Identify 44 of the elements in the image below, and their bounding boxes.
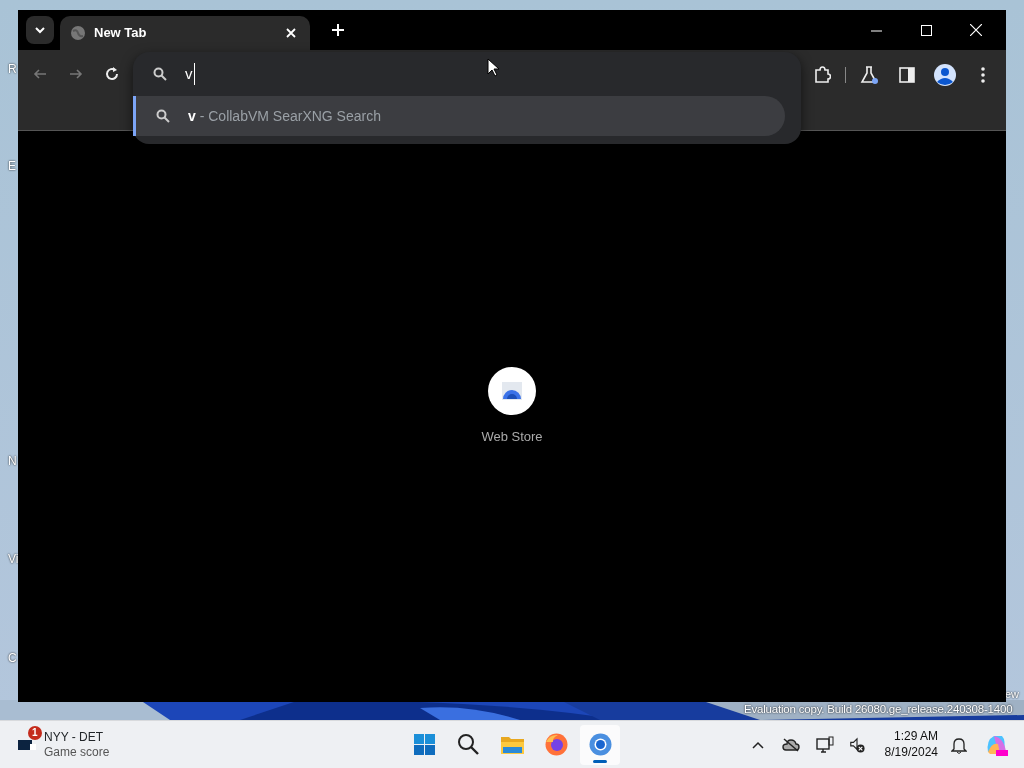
web-store-icon — [488, 366, 536, 415]
widget-subtitle: Game score — [44, 744, 110, 760]
fox-globe-icon — [543, 732, 569, 757]
search-icon — [455, 732, 481, 757]
close-icon — [970, 24, 982, 36]
chevron-down-icon — [34, 24, 46, 36]
maximize-icon — [920, 24, 932, 36]
cloud-off-icon — [781, 737, 800, 752]
bell-icon — [951, 735, 967, 754]
team-logo-icon — [18, 739, 36, 750]
flask-icon — [860, 66, 878, 84]
plus-icon — [332, 24, 344, 36]
desktop-text: ew — [1005, 687, 1020, 702]
widget-title: NYY - DET — [44, 729, 105, 745]
browser-icon — [587, 732, 613, 757]
mouse-pointer-icon — [487, 58, 499, 77]
notification-badge: 1 — [28, 725, 42, 740]
speaker-muted-icon — [848, 735, 865, 754]
chevron-up-icon — [751, 740, 764, 749]
address-field[interactable]: v — [133, 52, 801, 96]
shortcut-label: Web Store — [481, 427, 543, 446]
reload-icon — [105, 67, 119, 81]
suggestion-item[interactable]: v - CollabVM SearXNG Search — [133, 96, 785, 136]
shortcut-tile[interactable]: Web Store — [481, 366, 543, 447]
clock[interactable]: 1:29 AM 8/19/2024 — [884, 728, 938, 761]
globe-icon — [70, 25, 86, 41]
start-icon — [411, 732, 437, 757]
browser-tab[interactable]: New Tab — [60, 16, 310, 50]
icon-label: R — [8, 61, 17, 78]
puzzle-icon — [813, 66, 831, 84]
icon-label: Vi — [8, 551, 19, 568]
icon-label: N — [8, 453, 17, 470]
build-text: Evaluation copy. Build 26080.ge_release.240308-1400 — [744, 702, 1013, 717]
search-icon — [156, 109, 170, 123]
monitor-icon — [815, 735, 834, 754]
tab-search-button[interactable] — [26, 16, 54, 44]
arrow-icon — [33, 67, 47, 81]
side-panel-icon — [899, 67, 915, 83]
icon-label: E — [8, 158, 16, 175]
avatar-icon — [934, 64, 956, 86]
search-icon — [153, 67, 167, 81]
icon-label: C — [8, 650, 17, 667]
menu-icon — [981, 67, 985, 83]
arrow-icon — [69, 67, 83, 81]
